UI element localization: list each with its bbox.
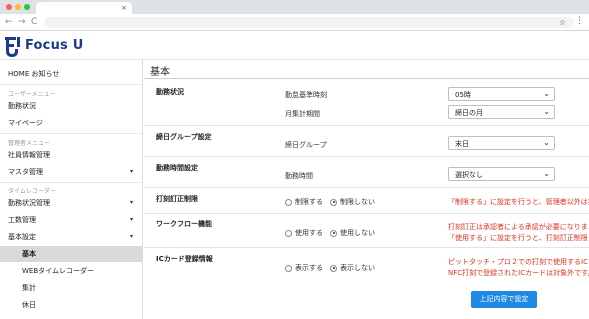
workflow-note-2: 「使用する」に設定を行うと、打刻訂正制限 — [448, 234, 588, 242]
minimize-window-icon[interactable] — [15, 4, 21, 10]
sidebar-subitem-basic[interactable]: 基本 — [0, 246, 142, 262]
divider — [144, 187, 589, 188]
radio-label: 制限する — [295, 198, 323, 206]
page-title: 基本 — [150, 67, 170, 78]
section-stamp-fix-head: 打刻訂正制限 — [156, 195, 198, 203]
workflow-note-1: 打刻訂正は承認者による承認が必要になりま — [448, 223, 588, 231]
chevron-down-icon: ⌄ — [543, 169, 550, 178]
sidebar: HOME お知らせ ユーザーメニュー 勤務状況 マイページ 管理者メニュー 社員… — [0, 60, 143, 319]
radio-label: 使用する — [295, 229, 323, 237]
sidebar-subitem-holiday[interactable]: 休日 — [0, 297, 142, 313]
section-workflow-head: ワークフロー機能 — [156, 220, 212, 228]
sidebar-subitem-web-recorder[interactable]: WEBタイムレコーダー — [0, 263, 142, 279]
section-closing-group-head: 締日グループ設定 — [156, 133, 212, 141]
select-value: 末日 — [455, 140, 469, 148]
radio-restrict[interactable]: 制限する — [285, 197, 323, 207]
ic-card-note-2: NFC打刻で登録されたICカードは対象外です。 — [448, 269, 589, 277]
sidebar-item-basic-settings[interactable]: 基本設定 ▾ — [0, 229, 142, 245]
logo-text: Focus U — [25, 38, 84, 53]
chevron-down-icon: ⌄ — [543, 107, 550, 116]
close-window-icon[interactable] — [6, 4, 12, 10]
radio-button[interactable] — [285, 229, 292, 237]
chevron-down-icon: ▾ — [129, 168, 133, 175]
divider — [0, 84, 142, 85]
chevron-down-icon: ▾ — [129, 216, 133, 223]
radio-label: 表示する — [295, 264, 323, 272]
radio-button[interactable] — [285, 264, 292, 272]
sidebar-section-user: ユーザーメニュー — [8, 91, 56, 98]
month-period-label: 月集計期間 — [285, 110, 320, 118]
radio-hide-ic[interactable]: 表示しない — [330, 263, 375, 273]
address-bar[interactable]: ☆ — [44, 17, 574, 28]
section-work-time-head: 勤務時間設定 — [156, 164, 198, 172]
close-tab-icon[interactable]: × — [121, 3, 127, 13]
select-value: 選択なし — [455, 171, 483, 179]
base-time-label: 勤怠基準時刻 — [285, 91, 327, 99]
chevron-down-icon: ▾ — [129, 199, 133, 206]
base-time-select[interactable]: 05時 ⌄ — [448, 87, 555, 101]
radio-button-selected[interactable] — [330, 264, 337, 272]
browser-toolbar: ← → C ☆ ⋮ — [0, 14, 589, 31]
back-arrow-icon[interactable]: ← — [5, 17, 13, 28]
maximize-window-icon[interactable] — [24, 4, 30, 10]
app-header: Focus U — [0, 31, 589, 60]
divider — [144, 125, 589, 126]
sidebar-item-master-mgmt[interactable]: マスタ管理 ▾ — [0, 164, 142, 180]
sidebar-item-home[interactable]: HOME お知らせ — [0, 66, 142, 82]
divider — [0, 133, 142, 134]
radio-label: 使用しない — [340, 229, 375, 237]
browser-menu-icon[interactable]: ⋮ — [575, 16, 584, 27]
stamp-fix-note: 「制限する」に設定を行うと、管理者以外は打 — [448, 198, 589, 206]
ic-card-note-1: ピットタッチ・プロ２での打刻で使用するICカ — [448, 258, 589, 266]
section-ic-card-head: ICカード登録情報 — [156, 255, 213, 263]
radio-label: 制限しない — [340, 198, 375, 206]
divider — [144, 247, 589, 248]
focus-u-logo-icon — [5, 37, 20, 57]
divider — [144, 156, 589, 157]
window-controls — [6, 4, 30, 10]
sidebar-item-label: マスタ管理 — [8, 168, 43, 176]
month-period-select[interactable]: 締日の月 ⌄ — [448, 105, 555, 119]
work-time-label: 勤務時間 — [285, 172, 313, 180]
chevron-down-icon: ▾ — [129, 233, 133, 240]
bookmark-star-icon[interactable]: ☆ — [559, 17, 566, 28]
divider — [144, 78, 589, 79]
divider — [0, 182, 142, 183]
sidebar-item-employee-info[interactable]: 社員情報管理 — [0, 147, 142, 163]
radio-use-workflow[interactable]: 使用する — [285, 228, 323, 238]
browser-tabstrip: × — [0, 0, 589, 14]
reload-icon[interactable]: C — [31, 17, 37, 28]
sidebar-item-label: 工数管理 — [8, 216, 36, 224]
forward-arrow-icon[interactable]: → — [18, 17, 26, 28]
sidebar-section-timerecorder: タイムレコーダー — [8, 188, 56, 195]
main-content: 基本 勤務状況 勤怠基準時刻 05時 ⌄ 月集計期間 締日の月 ⌄ 締日グループ… — [144, 60, 589, 319]
work-time-select[interactable]: 選択なし ⌄ — [448, 167, 555, 181]
sidebar-subitem-aggregate[interactable]: 集計 — [0, 280, 142, 296]
section-attendance-head: 勤務状況 — [156, 88, 184, 96]
radio-button[interactable] — [285, 198, 292, 206]
closing-group-label: 締日グループ — [285, 141, 327, 149]
radio-button-selected[interactable] — [330, 229, 337, 237]
sidebar-item-label: 勤務状況管理 — [8, 199, 50, 207]
sidebar-item-label: 基本設定 — [8, 233, 36, 241]
browser-tab[interactable]: × — [36, 2, 132, 14]
sidebar-item-attendance-status[interactable]: 勤務状況 — [0, 98, 142, 114]
sidebar-item-work-mgmt[interactable]: 工数管理 ▾ — [0, 212, 142, 228]
radio-show-ic[interactable]: 表示する — [285, 263, 323, 273]
radio-label: 表示しない — [340, 264, 375, 272]
sidebar-section-admin: 管理者メニュー — [8, 140, 51, 147]
closing-group-select[interactable]: 末日 ⌄ — [448, 136, 555, 150]
sidebar-item-mypage[interactable]: マイページ — [0, 115, 142, 131]
select-value: 05時 — [455, 91, 471, 99]
select-value: 締日の月 — [455, 109, 483, 117]
chevron-down-icon: ⌄ — [543, 138, 550, 147]
sidebar-item-attendance-mgmt[interactable]: 勤務状況管理 ▾ — [0, 195, 142, 211]
divider — [144, 213, 589, 214]
radio-no-workflow[interactable]: 使用しない — [330, 228, 375, 238]
chevron-down-icon: ⌄ — [543, 89, 550, 98]
radio-no-restrict[interactable]: 制限しない — [330, 197, 375, 207]
save-settings-button[interactable]: 上記内容で設定 — [471, 291, 537, 308]
radio-button-selected[interactable] — [330, 198, 337, 206]
